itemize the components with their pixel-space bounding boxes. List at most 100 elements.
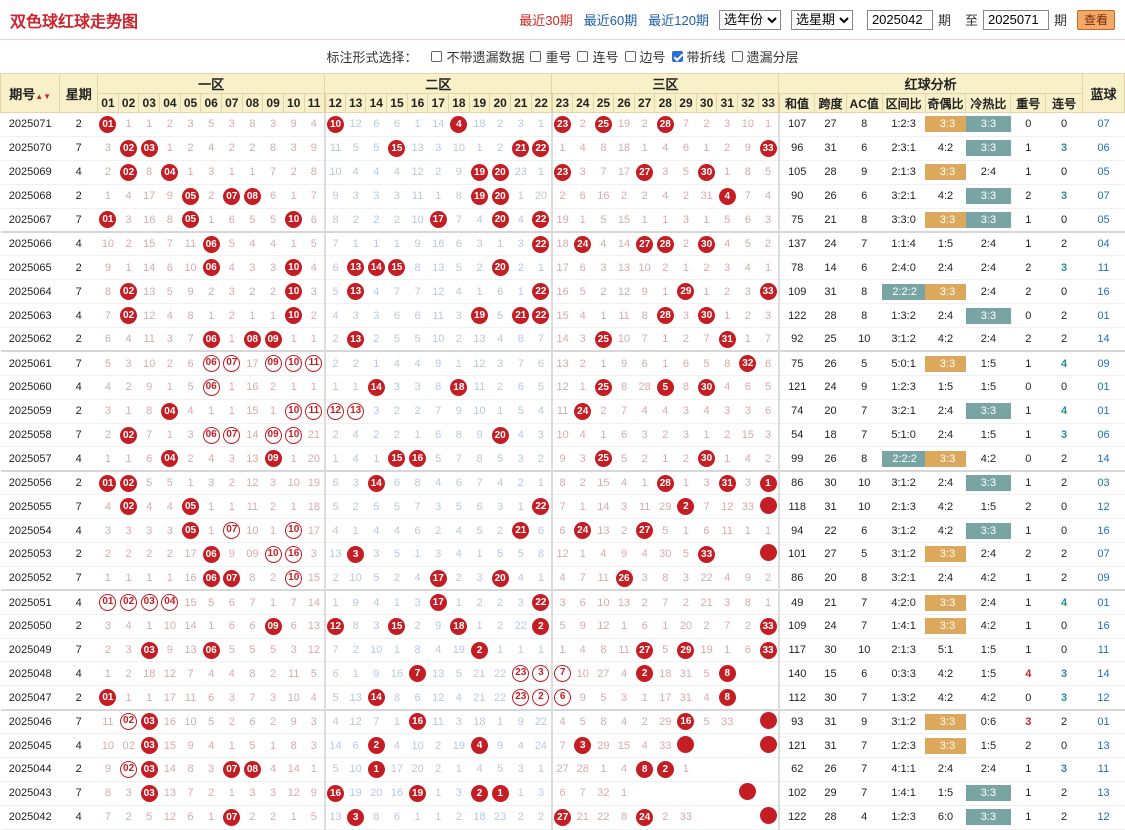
option-repeat[interactable]: 重号 (530, 47, 571, 66)
checkbox-icon[interactable] (731, 51, 743, 62)
span-cell: 30 (814, 685, 847, 711)
miss-cell: 10 (407, 208, 428, 233)
red-ball-cell: 22 (531, 303, 553, 329)
miss-cell: 8 (242, 566, 263, 591)
miss-cell: 4 (118, 614, 139, 639)
query-button[interactable]: 查看 (1076, 9, 1115, 30)
red-ball: 2 (367, 737, 385, 755)
miss-cell: 10 (345, 566, 366, 591)
red-ball-cell: 01 (97, 469, 119, 496)
red-ball-cell: 30 (696, 446, 717, 472)
option-edge[interactable]: 边号 (624, 47, 666, 66)
range-link-30[interactable]: 最近30期 (519, 10, 572, 29)
checkbox-icon[interactable] (530, 51, 542, 62)
miss-cell: 4 (304, 255, 326, 281)
red-ball: 33 (759, 641, 777, 659)
miss-cell: 22 (489, 685, 511, 711)
miss-cell (675, 781, 697, 806)
range-link-60[interactable]: 最近60期 (584, 10, 637, 29)
zone-1-header: 一区 (97, 73, 326, 94)
to-period-input[interactable] (982, 9, 1049, 30)
miss-cell: 1 (304, 327, 326, 352)
miss-cell: 3 (469, 566, 490, 591)
number-header-13: 13 (344, 93, 367, 113)
checkbox-icon[interactable] (624, 51, 636, 62)
blue-ball-cell: 09 (1082, 350, 1125, 376)
red-ball: 29 (677, 283, 695, 301)
year-select[interactable]: 选年份 (718, 9, 781, 30)
miss-cell: 5 (138, 469, 160, 496)
consecutive-count-cell: 2 (1045, 469, 1083, 496)
miss-cell: 9 (138, 375, 160, 400)
range-link-120[interactable]: 最近120期 (648, 10, 709, 29)
miss-cell: 8 (448, 423, 470, 448)
cold-hot-tag: 3:3 (965, 116, 1011, 133)
red-ball: 08 (243, 330, 261, 348)
analysis-col-header: 重号 (1010, 93, 1047, 113)
miss-cell: 3 (510, 757, 532, 782)
checkbox-icon[interactable] (577, 51, 589, 62)
miss-cell: 8 (531, 542, 553, 567)
period-header[interactable]: 期号▲▼ (0, 73, 61, 113)
week-select[interactable]: 选星期 (790, 9, 853, 30)
miss-cell: 4 (448, 542, 470, 567)
option-consecutive[interactable]: 连号 (577, 47, 619, 66)
miss-cell: 2 (324, 566, 346, 591)
miss-cell: 9 (365, 661, 387, 687)
red-ball: 09 (264, 426, 282, 444)
to-period-label: 期 (1053, 13, 1067, 28)
miss-cell: 4 (386, 160, 408, 185)
span-cell: 25 (814, 327, 847, 352)
weekday-cell: 2 (59, 327, 98, 352)
from-period-input[interactable] (866, 9, 933, 30)
miss-cell: 2 (262, 661, 284, 687)
miss-cell: 1 (531, 112, 553, 137)
miss-cell: 6 (242, 614, 263, 639)
period-cell: 2025060 (0, 375, 60, 400)
zone-ratio-cell: 3:3:0 (882, 208, 926, 233)
miss-cell: 3 (675, 208, 697, 233)
red-ball-cell: 03 (138, 136, 160, 161)
red-ball: 27 (636, 235, 654, 253)
checkbox-checked-icon[interactable] (671, 51, 683, 62)
miss-cell: 1 (654, 208, 676, 233)
miss-cell: 8 (634, 303, 655, 329)
miss-cell: 1 (365, 446, 387, 472)
miss-cell: 6 (221, 614, 243, 639)
checkbox-icon[interactable] (431, 51, 443, 62)
red-ball: 22 (532, 211, 550, 229)
period-cell: 2025071 (0, 112, 60, 137)
weekday-cell: 2 (59, 757, 98, 782)
miss-cell: 1 (489, 638, 511, 663)
miss-cell: 12 (407, 160, 428, 185)
period-cell: 2025048 (0, 661, 60, 687)
blue-ball-cell: 03 (1082, 469, 1125, 496)
miss-cell: 1 (138, 685, 160, 711)
consecutive-count-cell: 0 (1045, 112, 1083, 137)
odd-even-cell: 3:3 (925, 112, 966, 137)
miss-cell: 9 (324, 184, 346, 209)
miss-cell: 9 (448, 399, 470, 424)
red-ball: 06 (202, 330, 220, 348)
option-layer[interactable]: 遗漏分层 (731, 47, 799, 66)
miss-cell: 5 (365, 494, 387, 520)
red-ball: 5 (656, 378, 674, 396)
option-line[interactable]: 带折线 (671, 47, 726, 66)
miss-cell: 16 (386, 781, 408, 806)
option-no-miss[interactable]: 不带遗漏数据 (431, 47, 524, 66)
span-cell: 15 (814, 661, 847, 687)
red-ball-cell: 02 (118, 589, 139, 615)
miss-cell: 4 (737, 255, 759, 281)
red-ball: 18 (450, 378, 468, 396)
miss-cell: 1 (118, 566, 139, 591)
miss-cell: 3 (758, 423, 780, 448)
span-cell: 22 (814, 518, 847, 544)
span-cell: 20 (814, 399, 847, 424)
weekday-cell: 2 (59, 614, 98, 639)
number-header-17: 17 (427, 93, 450, 113)
miss-cell: 1 (304, 757, 326, 782)
miss-cell: 5 (654, 518, 676, 544)
repeat-count-cell: 2 (1010, 542, 1046, 567)
miss-cell: 8 (716, 350, 738, 376)
miss-cell: 4 (97, 375, 119, 400)
